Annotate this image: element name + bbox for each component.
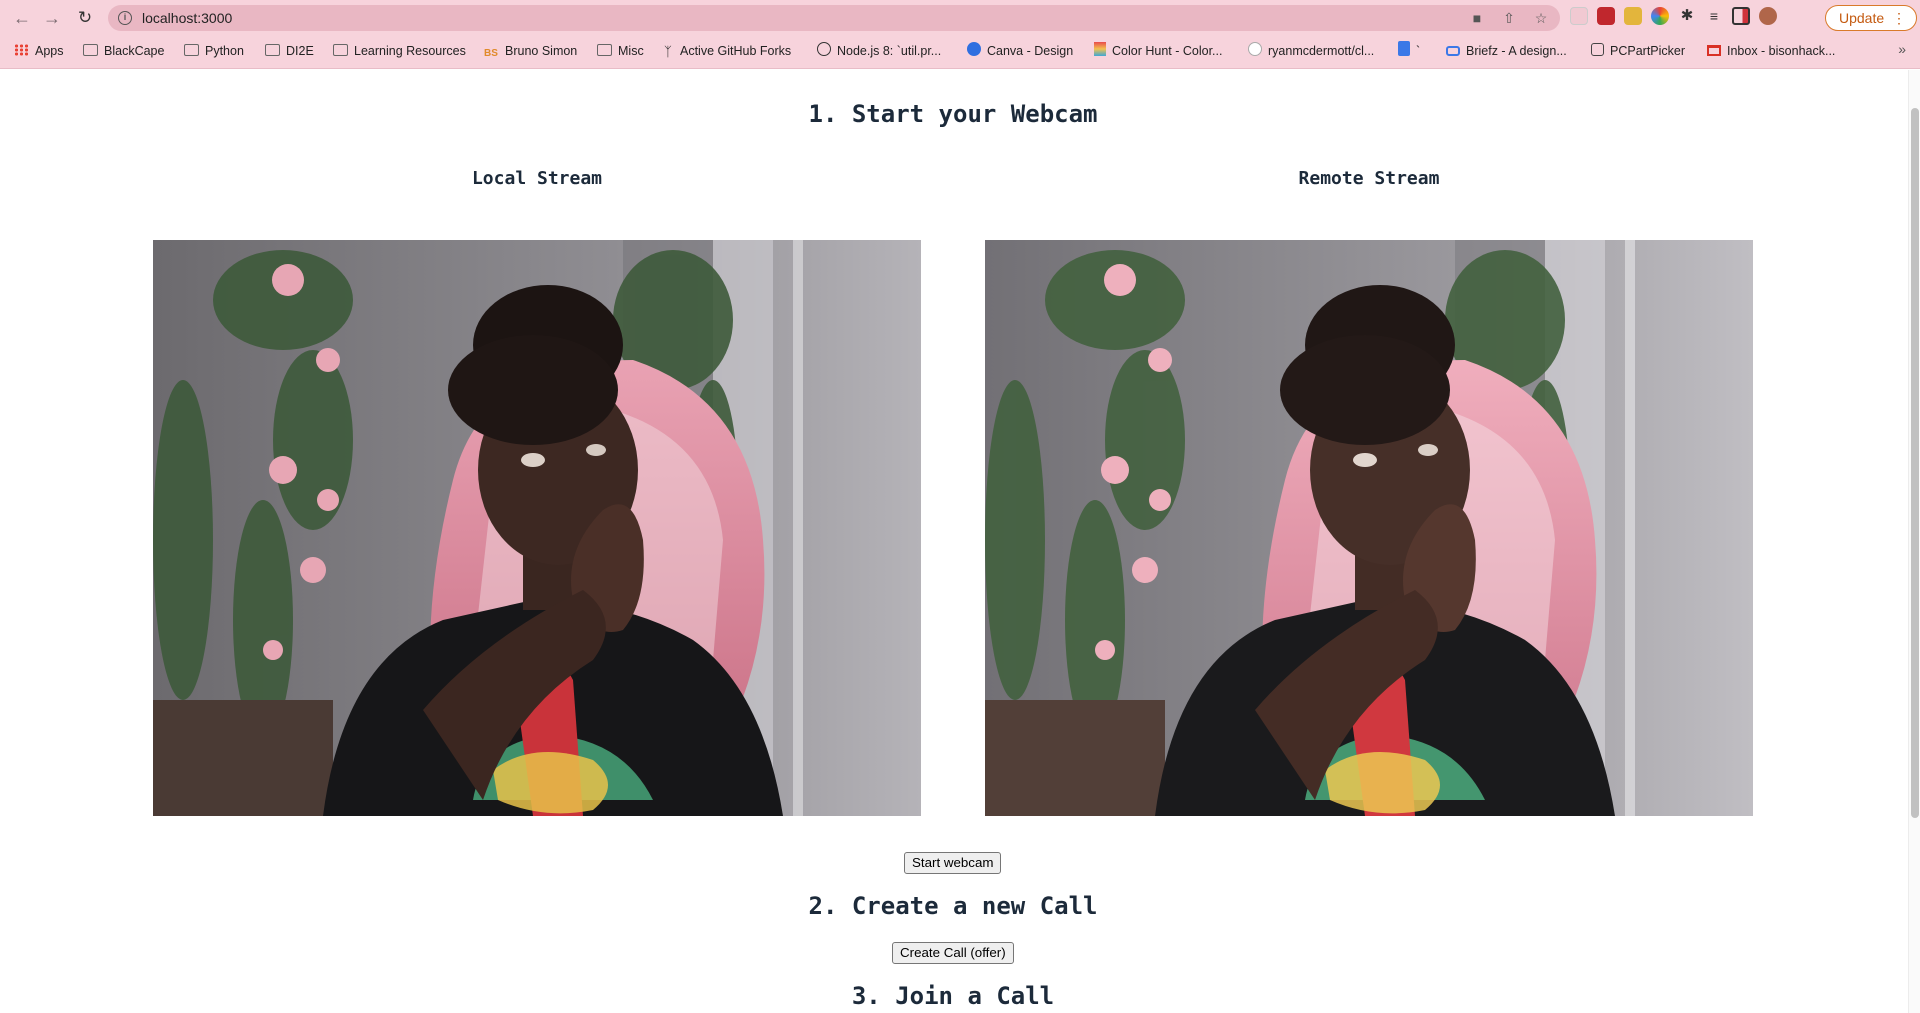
gmail-icon	[1707, 45, 1721, 56]
reload-icon[interactable]: ↻	[73, 6, 97, 30]
local-stream-label: Local Stream	[471, 168, 603, 189]
bookmark-apps[interactable]: Apps	[14, 41, 64, 61]
more-menu-icon[interactable]: ⋮	[1892, 6, 1906, 30]
local-video	[153, 240, 921, 816]
bookmark-active-github-forks[interactable]: ᛉ Active GitHub Forks	[664, 41, 791, 61]
step3-heading: 3. Join a Call	[851, 982, 1055, 1010]
update-label: Update	[1839, 10, 1885, 26]
scrollbar-thumb[interactable]	[1911, 108, 1919, 818]
bs-logo-icon: BS	[484, 48, 498, 59]
puzzle-extensions-icon[interactable]: ✱	[1678, 7, 1696, 25]
bookmark-gmail[interactable]: Inbox - bisonhack...	[1707, 41, 1835, 61]
bookmark-label: Bruno Simon	[505, 44, 578, 58]
ublock-icon[interactable]	[1597, 7, 1615, 25]
camera-icon[interactable]: ■	[1468, 9, 1486, 27]
bookmark-canva[interactable]: Canva - Design	[967, 41, 1073, 61]
bookmark-label: Apps	[35, 44, 64, 58]
fork-icon: ᛉ	[664, 44, 672, 59]
bookmark-pcpartpicker[interactable]: PCPartPicker	[1591, 41, 1685, 61]
bookmark-bruno-simon[interactable]: BS Bruno Simon	[484, 41, 577, 61]
extension-icons: ✱ ≡	[1570, 7, 1777, 29]
bookmark-color-hunt[interactable]: Color Hunt - Color...	[1094, 41, 1222, 61]
folder-icon	[333, 44, 348, 56]
bookmark-label: Canva - Design	[987, 44, 1074, 58]
briefz-icon	[1446, 46, 1460, 56]
forward-arrow-icon[interactable]: →	[40, 6, 64, 30]
address-bar-url[interactable]: localhost:3000	[142, 10, 232, 26]
remote-stream-label: Remote Stream	[1298, 168, 1440, 189]
bookmark-label: DI2E	[286, 44, 314, 58]
color-picker-icon[interactable]	[1651, 7, 1669, 25]
remote-video	[985, 240, 1753, 816]
bookmark-nodejs[interactable]: Node.js 8: `util.pr...	[817, 41, 941, 61]
bookmark-label: Active GitHub Forks	[680, 44, 792, 58]
side-panel-icon[interactable]	[1732, 7, 1750, 25]
browser-toolbar: ← → ↻ i localhost:3000 ■ ⇧ ☆ ✱ ≡ Update …	[0, 0, 1920, 36]
bookmarks-bar: Apps BlackCape Python DI2E Learning Reso…	[0, 37, 1920, 63]
bookmark-label: `	[1416, 44, 1421, 58]
folder-icon	[184, 44, 199, 56]
site-info-icon[interactable]: i	[118, 11, 132, 25]
bookmark-label: Misc	[618, 44, 644, 58]
extension-icon[interactable]	[1570, 7, 1588, 25]
step2-heading: 2. Create a new Call	[808, 892, 1098, 920]
webcam-scene	[153, 240, 921, 816]
pcpartpicker-icon	[1591, 43, 1604, 56]
bookmark-docs[interactable]: `	[1398, 41, 1420, 61]
docs-icon	[1398, 41, 1410, 56]
folder-icon	[597, 44, 612, 56]
address-bar[interactable]: i localhost:3000 ■ ⇧ ☆	[108, 5, 1560, 31]
browser-chrome: ← → ↻ i localhost:3000 ■ ⇧ ☆ ✱ ≡ Update …	[0, 0, 1920, 69]
profile-avatar[interactable]	[1759, 7, 1777, 25]
bookmark-label: ryanmcdermott/cl...	[1268, 44, 1375, 58]
step1-heading: 1. Start your Webcam	[808, 100, 1098, 128]
page-scrollbar[interactable]	[1908, 70, 1920, 1013]
bookmark-misc[interactable]: Misc	[597, 41, 644, 61]
bookmark-briefz[interactable]: Briefz - A design...	[1446, 41, 1567, 61]
create-call-button[interactable]: Create Call (offer)	[892, 942, 1014, 964]
bookmark-star-icon[interactable]: ☆	[1532, 9, 1550, 27]
canva-icon	[967, 42, 981, 56]
bookmark-di2e[interactable]: DI2E	[265, 41, 314, 61]
start-webcam-button[interactable]: Start webcam	[904, 852, 1002, 874]
apps-grid-icon	[14, 44, 29, 56]
reading-list-icon[interactable]: ≡	[1705, 7, 1723, 25]
colorhunt-icon	[1094, 42, 1106, 56]
bookmark-python[interactable]: Python	[184, 41, 244, 61]
bookmark-label: Color Hunt - Color...	[1112, 44, 1223, 58]
bookmark-github[interactable]: ryanmcdermott/cl...	[1248, 41, 1374, 61]
bookmark-learning-resources[interactable]: Learning Resources	[333, 41, 466, 61]
bookmark-label: Briefz - A design...	[1466, 44, 1567, 58]
bookmark-label: Node.js 8: `util.pr...	[837, 44, 942, 58]
bookmark-label: Python	[205, 44, 244, 58]
github-icon	[1248, 42, 1262, 56]
update-button[interactable]: Update ⋮	[1825, 5, 1917, 31]
bookmark-label: BlackCape	[104, 44, 165, 58]
bookmark-blackcape[interactable]: BlackCape	[83, 41, 164, 61]
webcam-scene	[985, 240, 1753, 816]
back-arrow-icon[interactable]: ←	[10, 6, 34, 30]
folder-icon	[83, 44, 98, 56]
bookmark-label: Learning Resources	[354, 44, 466, 58]
bookmark-label: PCPartPicker	[1610, 44, 1686, 58]
bookmark-label: Inbox - bisonhack...	[1727, 44, 1836, 58]
site-icon	[817, 42, 831, 56]
share-icon[interactable]: ⇧	[1500, 9, 1518, 27]
folder-icon	[265, 44, 280, 56]
bookmarks-overflow-icon[interactable]: »	[1898, 41, 1906, 57]
extension-icon[interactable]	[1624, 7, 1642, 25]
